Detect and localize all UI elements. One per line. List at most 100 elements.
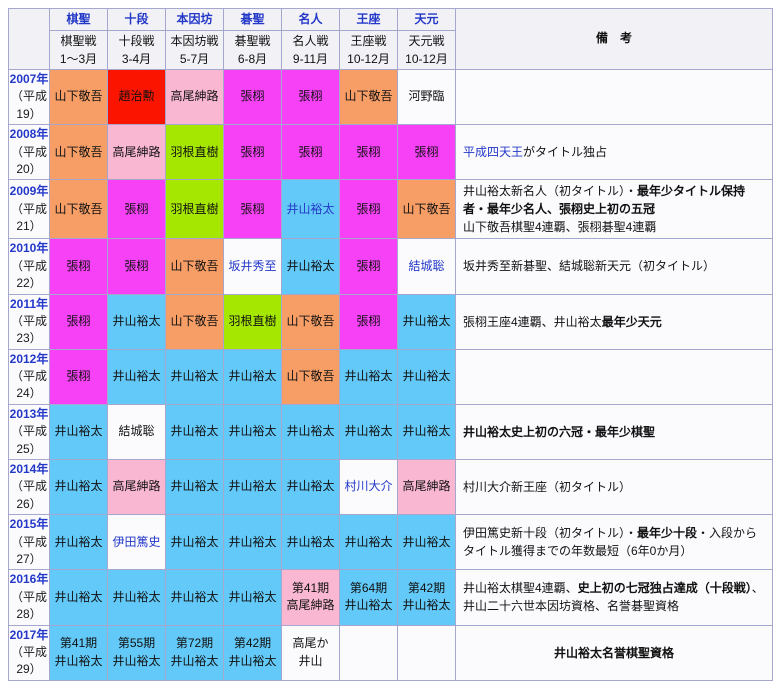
cell-2009-gosei: 張栩 [223,179,282,240]
tournament-name: 天元戦 [408,34,445,48]
year-link-2016[interactable]: 2016年 [9,571,49,588]
cell-2013-kisei: 井山裕太 [49,403,108,461]
player-link[interactable]: 井山裕太 [286,202,334,216]
cell-2015-oza: 井山裕太 [339,514,398,571]
cell-2016-tengen: 第42期 井山裕太 [397,569,456,626]
cell-2017-judan: 第55期 井山裕太 [107,624,166,681]
cell-2016-meijin: 第41期 高尾紳路 [281,569,340,626]
year-link-2011[interactable]: 2011年 [9,296,49,313]
year-link-2007[interactable]: 2007年 [9,71,49,88]
remark-bold-text: 最年少十段 [637,526,698,541]
cell-2013-tengen: 井山裕太 [397,403,456,461]
cell-2011-gosei: 羽根直樹 [223,293,282,350]
row-2009: 2009年 （平成21） 山下敬吾 張栩 羽根直樹 張栩 井山裕太 張栩 山下敬吾 井山裕太新名人… [8,179,773,240]
col-header-tengen: 天元 [397,8,456,31]
year-column-header [8,8,50,70]
col-header-gosei: 碁聖 [223,8,282,31]
col-subheader-honinbo: 本因坊戦 5-7月 [165,30,224,70]
year-link-2009[interactable]: 2009年 [9,183,49,200]
cell-2016-kisei: 井山裕太 [49,569,108,626]
col-subheader-oza: 王座戦 10-12月 [339,30,398,70]
year-cell-2015: 2015年 （平成27） [8,514,50,571]
cell-2013-honinbo: 井山裕太 [165,403,224,461]
cell-2008-judan: 高尾紳路 [107,124,166,181]
remark-cell-2016: 井山裕太棋聖4連覇、史上初の七冠独占達成（十段戦）、井山二十六世本因坊資格、名誉… [455,569,773,626]
cell-2013-meijin: 井山裕太 [281,403,340,461]
year-link-2014[interactable]: 2014年 [9,461,49,478]
cell-2014-judan: 高尾紳路 [107,459,166,516]
era-label: （平成27） [10,534,47,566]
era-label: （平成23） [10,313,47,346]
cell-2017-gosei: 第42期 井山裕太 [223,624,282,681]
cell-2009-oza: 張栩 [339,179,398,240]
col-subheader-meijin: 名人戦 9-11月 [281,30,340,70]
year-link-2012[interactable]: 2012年 [9,351,49,368]
player-link[interactable]: 伊田篤史 [112,535,160,549]
cell-2015-meijin: 井山裕太 [281,514,340,571]
cell-2013-oza: 井山裕太 [339,403,398,461]
remark-cell-2007 [455,68,773,126]
cell-2009-honinbo: 羽根直樹 [165,179,224,240]
col-header-link-oza[interactable]: 王座 [356,12,380,26]
row-2007: 2007年 （平成19） 山下敬吾 趙治勲 高尾紳路 張栩 張栩 山下敬吾 河野臨 [8,68,773,126]
remark-text: 坂井秀至新碁聖、結城聡新天元（初タイトル） [463,259,716,274]
remark-text: 山下敬吾棋聖4連覇、張栩碁聖4連覇 [463,220,657,235]
remark-link[interactable]: 平成四天王 [463,145,523,159]
era-label: （平成26） [10,479,47,511]
col-header-link-meijin[interactable]: 名人 [298,12,322,26]
cell-2010-kisei: 張栩 [49,238,108,295]
player-link[interactable]: 村川大介 [344,479,392,493]
cell-2014-meijin: 井山裕太 [281,459,340,516]
col-header-judan: 十段 [107,8,166,31]
year-link-2010[interactable]: 2010年 [9,240,49,257]
col-header-meijin: 名人 [281,8,340,31]
cell-2009-meijin: 井山裕太 [281,179,340,240]
player-link[interactable]: 結城聡 [408,259,444,273]
col-header-link-judan[interactable]: 十段 [124,12,148,26]
cell-2009-kisei: 山下敬吾 [49,179,108,240]
col-header-link-honinbo[interactable]: 本因坊 [176,12,212,26]
remark-cell-2014: 村川大介新王座（初タイトル） [455,459,773,516]
tournament-months: 3-4月 [121,52,152,66]
cell-2010-meijin: 井山裕太 [281,238,340,295]
col-subheader-judan: 十段戦 3-4月 [107,30,166,70]
cell-2011-oza: 張栩 [339,293,398,350]
cell-2015-gosei: 井山裕太 [223,514,282,571]
year-link-2015[interactable]: 2015年 [9,516,49,533]
cell-2017-kisei: 第41期 井山裕太 [49,624,108,681]
cell-2007-tengen: 河野臨 [397,68,456,126]
cell-2014-oza: 村川大介 [339,459,398,516]
remark-text: 井山裕太棋聖4連覇、 [463,581,578,596]
cell-2014-tengen: 高尾紳路 [397,459,456,516]
year-cell-2007: 2007年 （平成19） [8,68,50,126]
year-link-2017[interactable]: 2017年 [9,627,49,644]
remark-text: 張栩王座4連覇、井山裕太 [463,314,602,329]
col-header-link-tengen[interactable]: 天元 [414,12,438,26]
cell-2014-gosei: 井山裕太 [223,459,282,516]
cell-2012-honinbo: 井山裕太 [165,348,224,405]
cell-2007-honinbo: 高尾紳路 [165,68,224,126]
era-label: （平成20） [10,144,47,176]
row-2013: 2013年 （平成25） 井山裕太 結城聡 井山裕太 井山裕太 井山裕太 井山裕太 井山裕太 井山… [8,403,773,461]
tournament-months: 10-12月 [347,52,390,66]
tournament-name: 棋聖戦 [60,34,97,48]
remark-cell-2011: 張栩王座4連覇、井山裕太最年少天元 [455,293,773,350]
cell-2016-judan: 井山裕太 [107,569,166,626]
year-link-2013[interactable]: 2013年 [9,406,49,423]
cell-2012-oza: 井山裕太 [339,348,398,405]
col-header-link-gosei[interactable]: 碁聖 [240,12,264,26]
cell-2008-kisei: 山下敬吾 [49,124,108,181]
col-header-link-kisei[interactable]: 棋聖 [66,12,90,26]
cell-2012-tengen: 井山裕太 [397,348,456,405]
cell-2008-gosei: 張栩 [223,124,282,181]
table-body: 2007年 （平成19） 山下敬吾 趙治勲 高尾紳路 張栩 張栩 山下敬吾 河野臨 2008年 （平… [8,68,773,681]
cell-2009-judan: 張栩 [107,179,166,240]
year-link-2008[interactable]: 2008年 [9,126,49,143]
cell-2010-tengen: 結城聡 [397,238,456,295]
remark-text: 村川大介新王座（初タイトル） [463,480,632,495]
cell-2017-oza [339,624,398,681]
tournament-name: 十段戦 [118,34,155,48]
player-link[interactable]: 坂井秀至 [228,259,276,273]
cell-2007-judan: 趙治勲 [107,68,166,126]
page: 棋聖 十段 本因坊 碁聖 名人 王座 天元 備 考 棋聖戦 1～3月 十段戦 3-4月 本因坊戦 5-7月… [0,0,780,681]
